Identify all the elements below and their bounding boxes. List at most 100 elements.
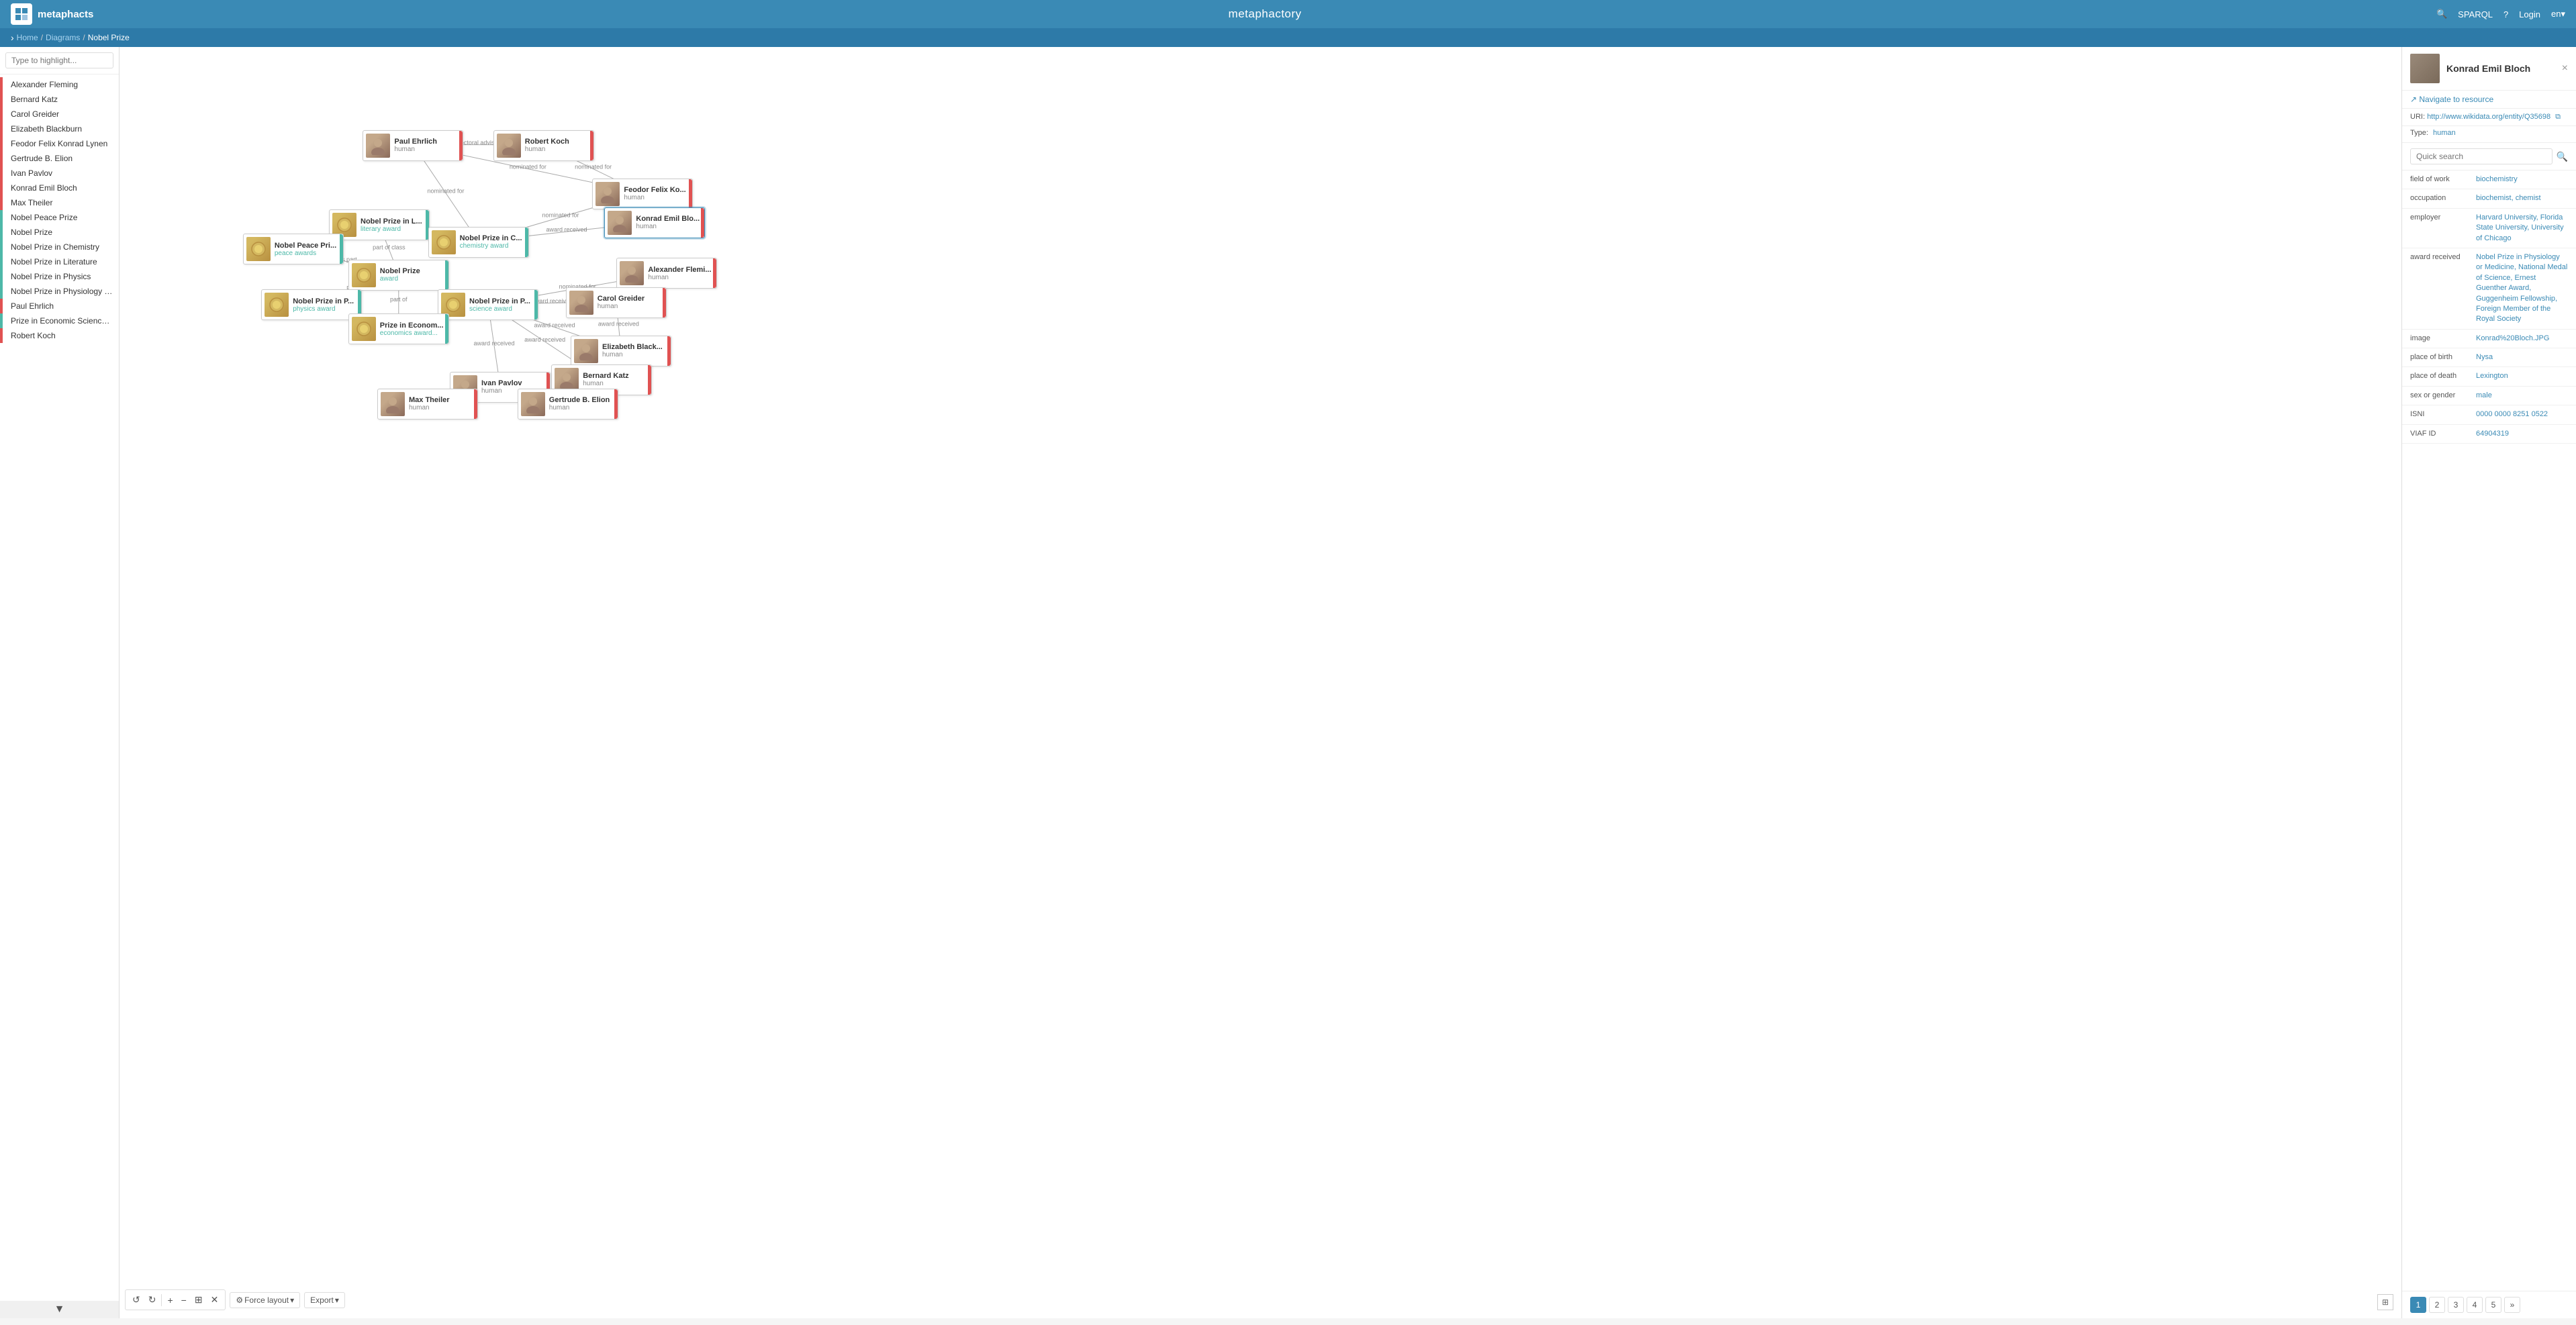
node-nobel_prize[interactable]: Nobel Prizeaward: [348, 260, 449, 291]
expand-icon[interactable]: ⊞: [2377, 1294, 2393, 1310]
sidebar-item[interactable]: Elizabeth Blackburn: [0, 121, 119, 136]
page-button-2[interactable]: 2: [2429, 1297, 2445, 1313]
type-value[interactable]: human: [2433, 129, 2456, 137]
copy-icon[interactable]: ⧉: [2555, 113, 2561, 121]
breadcrumb-diagrams[interactable]: Diagrams: [46, 33, 80, 42]
breadcrumb-home[interactable]: Home: [17, 33, 38, 42]
sidebar-item[interactable]: Konrad Emil Bloch: [0, 181, 119, 195]
type-label: Type:: [2410, 129, 2428, 137]
node-gertrude_elion[interactable]: Gertrude B. Elionhuman: [518, 389, 618, 420]
page-button-5[interactable]: 5: [2485, 1297, 2501, 1313]
force-layout-button[interactable]: ⚙ Force layout ▾: [230, 1292, 300, 1308]
graph-canvas[interactable]: doctoral advisornominated forpart of cla…: [120, 47, 2401, 1318]
node-nobel_lit[interactable]: Nobel Prize in L...literary award: [329, 209, 430, 240]
sidebar-item[interactable]: Alexander Fleming: [0, 77, 119, 92]
login-button[interactable]: Login: [2519, 9, 2540, 19]
sidebar-item[interactable]: Gertrude B. Elion: [0, 151, 119, 166]
sidebar-item[interactable]: Feodor Felix Konrad Lynen: [0, 136, 119, 151]
prop-value[interactable]: biochemist, chemist: [2476, 193, 2541, 203]
sparql-link[interactable]: SPARQL: [2458, 9, 2493, 19]
node-feodor_felix[interactable]: Feodor Felix Ko...human: [592, 179, 693, 209]
prop-value[interactable]: Harvard University, Florida State Univer…: [2476, 213, 2568, 244]
panel-header: Konrad Emil Bloch ×: [2402, 47, 2576, 91]
property-row: field of work biochemistry: [2402, 170, 2576, 189]
sidebar-item-list: Alexander FlemingBernard KatzCarol Greid…: [0, 75, 119, 1301]
node-paul_ehrlich[interactable]: Paul Ehrlichhuman: [363, 130, 463, 161]
sidebar-item[interactable]: Robert Koch: [0, 328, 119, 343]
page-button-4[interactable]: 4: [2467, 1297, 2483, 1313]
undo-button[interactable]: ↺: [130, 1293, 143, 1307]
redo-button[interactable]: ↻: [146, 1293, 159, 1307]
node-nobel_chemistry[interactable]: Nobel Prize in C...chemistry award: [428, 227, 529, 258]
prop-value[interactable]: 0000 0000 8251 0522: [2476, 409, 2548, 420]
fit-button[interactable]: ⊞: [192, 1293, 205, 1307]
panel-pagination: 12345»: [2402, 1291, 2576, 1318]
page-button-1[interactable]: 1: [2410, 1297, 2426, 1313]
sidebar-item[interactable]: Max Theiler: [0, 195, 119, 210]
panel-type: Type: human: [2402, 126, 2576, 143]
sidebar-item[interactable]: Bernard Katz: [0, 92, 119, 107]
prop-label: sex or gender: [2410, 391, 2471, 401]
node-elizabeth_black[interactable]: Elizabeth Black...human: [571, 336, 671, 366]
zoom-in-button[interactable]: +: [164, 1293, 175, 1307]
node-nobel_peace[interactable]: Nobel Peace Pri...peace awards: [243, 234, 344, 264]
search-icon[interactable]: 🔍: [2436, 9, 2447, 19]
node-color-bar: [614, 389, 618, 419]
prop-label: place of death: [2410, 371, 2471, 381]
node-image: [366, 134, 390, 158]
sidebar: Alexander FlemingBernard KatzCarol Greid…: [0, 47, 120, 1318]
sidebar-item[interactable]: Nobel Prize in Literature: [0, 254, 119, 269]
panel-navigate-link[interactable]: ↗ Navigate to resource: [2402, 91, 2576, 109]
sidebar-item[interactable]: Ivan Pavlov: [0, 166, 119, 181]
node-max_theiler[interactable]: Max Theilerhuman: [377, 389, 478, 420]
node-carol_greider[interactable]: Carol Greiderhuman: [566, 287, 667, 318]
property-row: occupation biochemist, chemist: [2402, 189, 2576, 208]
header-title: metaphactory: [1229, 7, 1302, 21]
sidebar-item[interactable]: Carol Greider: [0, 107, 119, 121]
prop-value[interactable]: Nysa: [2476, 352, 2493, 362]
prop-value[interactable]: biochemistry: [2476, 175, 2518, 185]
prop-value[interactable]: Lexington: [2476, 371, 2508, 381]
sidebar-item[interactable]: Nobel Peace Prize: [0, 210, 119, 225]
svg-text:part of: part of: [390, 296, 408, 303]
svg-text:nominated for: nominated for: [542, 212, 579, 219]
node-image: [352, 263, 376, 287]
node-label: Prize in Econom...economics award...: [380, 322, 444, 337]
help-icon[interactable]: ?: [2503, 9, 2508, 19]
sidebar-item[interactable]: Nobel Prize: [0, 225, 119, 240]
panel-close-button[interactable]: ×: [2562, 62, 2568, 75]
prop-value[interactable]: Nobel Prize in Physiology or Medicine, N…: [2476, 252, 2568, 325]
panel-search-icon[interactable]: 🔍: [2557, 151, 2568, 162]
language-selector[interactable]: en▾: [2551, 9, 2565, 19]
node-label: Robert Kochhuman: [525, 138, 569, 153]
page-button-»[interactable]: »: [2504, 1297, 2520, 1313]
prop-value[interactable]: 64904319: [2476, 429, 2509, 439]
uri-value[interactable]: http://www.wikidata.org/entity/Q35698: [2427, 113, 2550, 121]
page-button-3[interactable]: 3: [2448, 1297, 2464, 1313]
node-nobel_physics[interactable]: Nobel Prize in P...physics award: [261, 289, 362, 320]
sidebar-item[interactable]: Nobel Prize in Physiology or Medicine: [0, 284, 119, 299]
prop-label: VIAF ID: [2410, 429, 2471, 439]
sidebar-item[interactable]: Prize in Economic Sciences in Memory of …: [0, 313, 119, 328]
node-nobel_science[interactable]: Nobel Prize in P...science award: [438, 289, 538, 320]
node-label: Elizabeth Black...human: [602, 343, 663, 358]
panel-search-input[interactable]: [2410, 148, 2553, 164]
node-alexander_flem[interactable]: Alexander Flemi...human: [616, 258, 717, 289]
clear-button[interactable]: ✕: [208, 1293, 222, 1307]
sidebar-collapse-button[interactable]: ▼: [0, 1301, 119, 1318]
prop-value[interactable]: Konrad%20Bloch.JPG: [2476, 334, 2549, 344]
prop-value[interactable]: male: [2476, 391, 2492, 401]
sidebar-item[interactable]: Nobel Prize in Chemistry: [0, 240, 119, 254]
svg-text:nominated for: nominated for: [427, 188, 464, 195]
breadcrumb-current: Nobel Prize: [88, 33, 130, 42]
node-color-bar: [340, 234, 343, 264]
node-konrad_bloch[interactable]: Konrad Emil Blo...human: [604, 207, 705, 238]
sidebar-item[interactable]: Paul Ehrlich: [0, 299, 119, 313]
node-prize_econ[interactable]: Prize in Econom...economics award...: [348, 313, 449, 344]
node-robert_koch[interactable]: Robert Kochhuman: [493, 130, 594, 161]
export-button[interactable]: Export ▾: [304, 1292, 345, 1308]
sidebar-item[interactable]: Nobel Prize in Physics: [0, 269, 119, 284]
sidebar-search-input[interactable]: [5, 52, 113, 68]
zoom-out-button[interactable]: −: [179, 1293, 189, 1307]
node-image: [608, 211, 632, 235]
